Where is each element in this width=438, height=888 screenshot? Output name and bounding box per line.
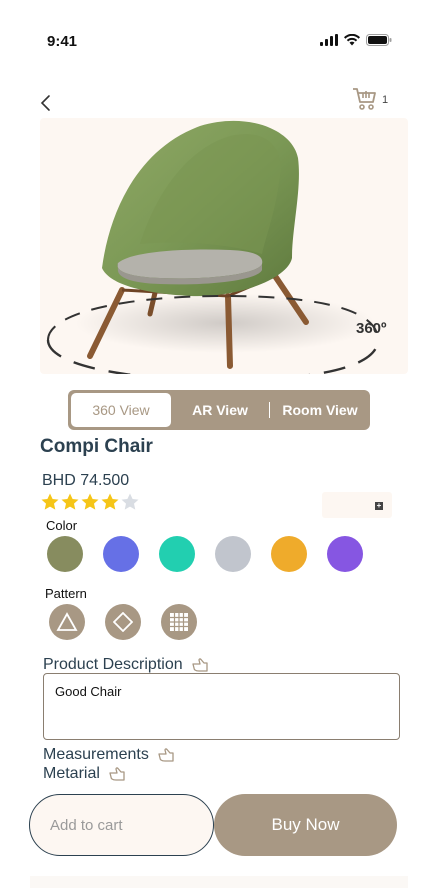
product-description-title: Product Description [43, 656, 183, 673]
star-filled-icon [41, 493, 59, 510]
color-swatch[interactable] [271, 536, 307, 572]
pattern-options [49, 604, 197, 640]
diamond-icon [113, 612, 133, 632]
measurements-title: Measurements [43, 746, 149, 763]
cart-button[interactable] [352, 86, 378, 112]
back-button[interactable] [36, 92, 58, 114]
color-swatch[interactable] [159, 536, 195, 572]
color-swatch[interactable] [215, 536, 251, 572]
pattern-diamond-button[interactable] [105, 604, 141, 640]
product-description-text: Good Chair [43, 673, 400, 740]
color-swatch[interactable] [47, 536, 83, 572]
chair-illustration [46, 120, 380, 374]
status-time: 9:41 [47, 33, 78, 50]
tab-ar-view[interactable]: AR View [171, 390, 269, 430]
color-swatch[interactable] [327, 536, 363, 572]
star-filled-icon [81, 493, 99, 510]
product-name: Compi Chair [40, 436, 153, 457]
product-image[interactable] [40, 118, 408, 374]
star-filled-icon [101, 493, 119, 510]
status-bar: 9:41 [0, 0, 438, 80]
star-filled-icon [61, 493, 79, 510]
measurements-toggle[interactable]: Measurements [43, 746, 175, 764]
view-tabs: 360 View AR View Room View [68, 390, 370, 430]
wifi-icon [344, 34, 360, 46]
quantity-increase-button[interactable]: + [375, 502, 383, 510]
pointing-hand-icon [109, 767, 125, 781]
color-swatches [47, 536, 363, 572]
bottom-bar [30, 876, 408, 888]
rating-stars [40, 492, 140, 512]
pattern-label: Pattern [45, 586, 87, 601]
rotation-label: 360º [356, 320, 387, 337]
material-toggle[interactable]: Metarial [43, 765, 126, 783]
status-icons [320, 34, 392, 46]
cart-count-badge: 1 [382, 94, 389, 106]
pattern-triangle-button[interactable] [49, 604, 85, 640]
cart-icon [353, 88, 376, 110]
color-swatch[interactable] [103, 536, 139, 572]
signal-icon [320, 34, 338, 46]
material-title: Metarial [43, 765, 100, 782]
grid-icon [170, 613, 188, 631]
product-description-toggle[interactable]: Product Description [43, 656, 209, 674]
triangle-icon [56, 612, 78, 631]
pointing-hand-icon [191, 658, 208, 672]
product-price: BHD 74.500 [42, 472, 130, 489]
color-label: Color [46, 518, 78, 533]
star-empty-icon [121, 493, 139, 510]
tab-360-view[interactable]: 360 View [71, 393, 171, 427]
chevron-left-icon [40, 95, 50, 111]
battery-icon [366, 34, 392, 46]
pattern-grid-button[interactable] [161, 604, 197, 640]
tab-room-view[interactable]: Room View [270, 390, 370, 430]
buy-now-button[interactable]: Buy Now [214, 794, 397, 856]
add-to-cart-button[interactable]: Add to cart [29, 794, 214, 856]
pointing-hand-icon [158, 748, 174, 762]
